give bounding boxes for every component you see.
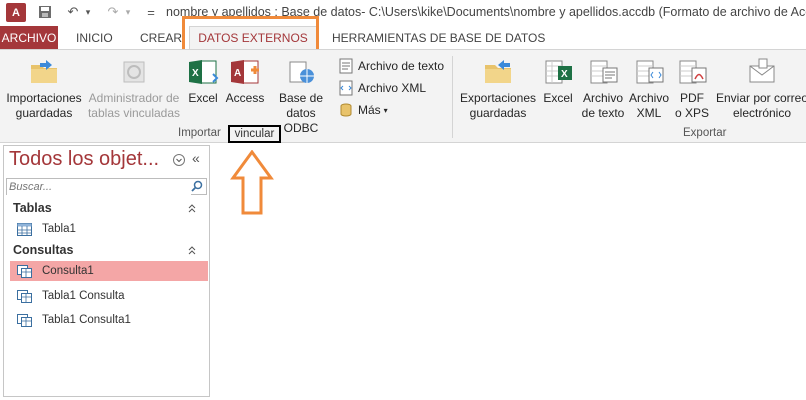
nav-item-label: Tabla1 Consulta1 [42,314,131,326]
redo-icon[interactable]: ↷ [104,3,122,21]
xml-export-icon [633,56,665,88]
import-text-file-button[interactable]: Archivo de texto [338,56,444,76]
export-excel-button[interactable]: X Excel [540,50,576,106]
access-icon: A [229,56,261,88]
search-input[interactable] [7,179,191,195]
redo-dropdown-icon[interactable]: ▾ [122,3,134,21]
import-odbc-button[interactable]: Base de datos ODBC [268,50,334,136]
title-bar: A ↶ ▾ ↷ ▾ = nombre y apellidos : Base de… [0,0,806,26]
export-group-label: Exportar [683,127,727,139]
nav-item-consulta1[interactable]: Consulta1 [10,261,208,281]
navigation-pane: Todos los objet... « Tablas Tabla1 Consu… [3,145,210,397]
svg-text:A: A [234,68,241,79]
import-text-file-label: Archivo de texto [358,59,445,73]
nav-pane-title[interactable]: Todos los objet... [9,148,159,171]
export-text-file-label-2: de texto [581,106,625,120]
nav-item-tabla1-consulta[interactable]: Tabla1 Consulta [10,286,208,306]
export-pdf-label-2: o XPS [674,106,710,120]
up-arrow-annotation [230,150,274,215]
collapse-pane-icon[interactable]: « [192,150,200,166]
undo-dropdown-icon[interactable]: ▾ [82,3,94,21]
saved-exports-label-2: guardadas [469,106,527,120]
import-group-label: Importar [178,127,221,139]
export-text-file-button[interactable]: Archivo de texto [578,50,628,121]
import-excel-button[interactable]: X Excel [184,50,222,106]
export-xml-label-2: XML [636,106,662,120]
saved-exports-label-1: Exportaciones [459,91,537,105]
tab-crear[interactable]: CREAR [140,26,182,49]
collapse-consultas-icon[interactable] [187,245,197,258]
svg-text:X: X [561,69,568,80]
query-icon [17,289,32,303]
nav-search-box [6,178,207,195]
import-excel-label: Excel [188,91,218,105]
pdf-export-icon [676,56,708,88]
saved-exports-button[interactable]: Exportaciones guardadas [458,50,538,121]
customize-toolbar-icon[interactable]: = [144,3,158,21]
tab-inicio[interactable]: INICIO [76,26,113,49]
nav-item-label: Tabla1 Consulta [42,290,125,302]
export-xml-label-1: Archivo [628,91,669,105]
database-icon [338,102,354,118]
svg-text:X: X [192,68,199,79]
vincular-label-box: vincular [228,125,281,143]
saved-imports-label-2: guardadas [15,106,73,120]
email-export-button[interactable]: Enviar por correo electrónico [712,50,806,121]
export-excel-label: Excel [543,91,573,105]
saved-imports-button[interactable]: Importaciones guardadas [4,50,84,121]
nav-menu-icon[interactable] [173,154,185,166]
email-export-label-1: Enviar por correo [715,91,806,105]
tab-archivo[interactable]: ARCHIVO [0,26,58,49]
query-icon [17,313,32,327]
import-access-label: Access [225,91,265,105]
text-file-icon [338,58,354,74]
export-text-file-label-1: Archivo [582,91,623,105]
ribbon-tabs: ARCHIVO INICIO CREAR DATOS EXTERNOS HERR… [0,26,806,49]
section-consultas[interactable]: Consultas [13,243,73,257]
linked-table-manager-icon [118,56,150,88]
more-dropdown-icon: ▾ [383,105,388,115]
query-icon [17,264,32,278]
access-logo-icon[interactable]: A [6,3,26,22]
table-icon [17,222,32,236]
tab-herramientas[interactable]: HERRAMIENTAS DE BASE DE DATOS [332,26,545,49]
import-more-label: Más [358,103,381,117]
section-tablas[interactable]: Tablas [13,201,52,215]
nav-item-label: Consulta1 [42,265,94,277]
nav-item-label: Tabla1 [42,223,76,235]
linked-table-manager-label-2: tablas vinculadas [87,106,181,120]
folder-import-icon [28,56,60,88]
excel-export-icon: X [542,56,574,88]
import-xml-button[interactable]: Archivo XML [338,78,426,98]
import-odbc-label-1: Base de [278,91,324,105]
saved-imports-label-1: Importaciones [6,91,82,105]
linked-table-manager-button[interactable]: Administrador de tablas vinculadas [86,50,182,121]
email-icon [746,56,778,88]
group-separator [452,56,453,138]
email-export-label-2: electrónico [732,106,792,120]
text-export-icon [587,56,619,88]
excel-icon: X [187,56,219,88]
linked-table-manager-label-1: Administrador de [88,91,180,105]
import-more-button[interactable]: Más ▾ [338,100,388,120]
import-access-button[interactable]: A Access [224,50,266,106]
xml-file-icon [338,80,354,96]
nav-item-tabla1[interactable]: Tabla1 [10,219,208,239]
collapse-tablas-icon[interactable] [187,203,197,216]
ribbon: Importaciones guardadas Administrador de… [0,49,806,143]
nav-item-tabla1-consulta1[interactable]: Tabla1 Consulta1 [10,310,208,330]
export-pdf-button[interactable]: PDF o XPS [672,50,712,121]
highlight-box-tab [182,16,319,52]
export-xml-button[interactable]: Archivo XML [626,50,672,121]
search-icon[interactable] [190,180,204,193]
export-pdf-label-1: PDF [680,91,704,105]
odbc-globe-icon [285,56,317,88]
import-xml-label: Archivo XML [358,81,427,95]
undo-icon[interactable]: ↶ [64,3,82,21]
save-icon[interactable] [36,3,54,21]
folder-export-icon [482,56,514,88]
